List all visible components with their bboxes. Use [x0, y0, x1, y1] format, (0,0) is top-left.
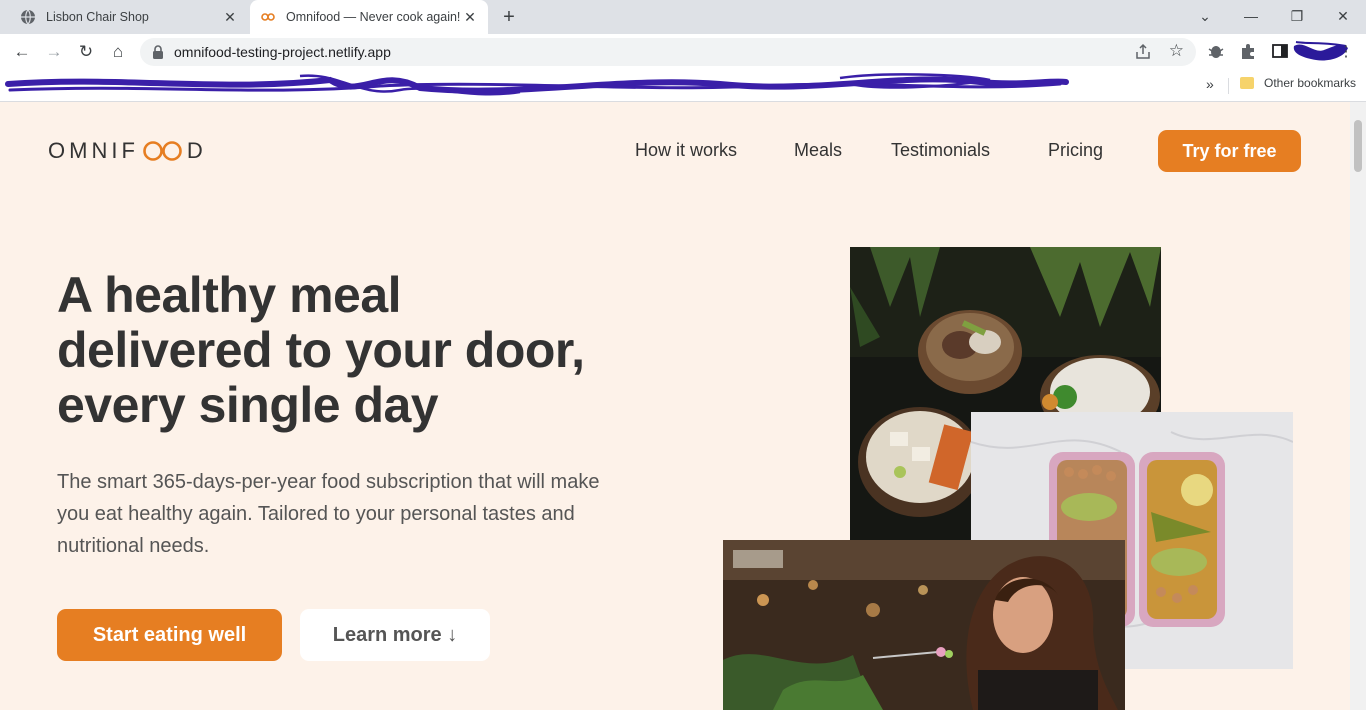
- chrome-menu-icon[interactable]: ⋮: [1336, 42, 1356, 62]
- hero-title: A healthy meal delivered to your door, e…: [57, 268, 677, 433]
- omnifood-favicon-icon: [260, 9, 276, 25]
- close-window-icon[interactable]: ✕: [1330, 5, 1356, 27]
- omnifood-page: OMNIF D How it works Meals Testimonials …: [0, 102, 1350, 710]
- globe-icon: [20, 9, 36, 25]
- hero-title-line: delivered to your door,: [57, 322, 585, 378]
- tab-lisbon-chair-shop[interactable]: Lisbon Chair Shop ✕: [20, 0, 248, 34]
- redaction-scribble: [5, 73, 1069, 96]
- close-tab-icon[interactable]: ✕: [462, 9, 478, 25]
- home-icon[interactable]: ⌂: [106, 40, 130, 64]
- nav-how-it-works[interactable]: How it works: [635, 140, 737, 161]
- back-icon[interactable]: ←: [10, 40, 34, 64]
- learn-more-button[interactable]: Learn more ↓: [300, 609, 490, 661]
- extensions-puzzle-icon[interactable]: [1238, 42, 1258, 62]
- bookmarks-divider: [1228, 78, 1229, 94]
- share-icon[interactable]: [1134, 43, 1152, 61]
- forward-icon[interactable]: →: [42, 40, 66, 64]
- logo-text-left: OMNIF: [48, 138, 139, 163]
- page-scrollbar[interactable]: [1350, 102, 1366, 710]
- hero-description: The smart 365-days-per-year food subscri…: [57, 471, 600, 557]
- tab-title: Omnifood — Never cook again!: [286, 10, 461, 24]
- other-bookmarks-folder[interactable]: Other bookmarks: [1240, 76, 1356, 90]
- bookmarks-bar: » Other bookmarks: [0, 70, 1366, 102]
- nav-meals[interactable]: Meals: [794, 140, 842, 161]
- browser-toolbar: ← → ↻ ⌂ omnifood-testing-project.netlify…: [0, 34, 1366, 70]
- bookmark-star-icon[interactable]: ☆: [1169, 41, 1184, 61]
- side-panel-icon[interactable]: [1270, 42, 1290, 62]
- tab-search-chevron-icon[interactable]: ⌄: [1192, 5, 1218, 27]
- minimize-icon[interactable]: —: [1238, 5, 1264, 27]
- nav-pricing[interactable]: Pricing: [1048, 140, 1103, 161]
- scrollbar-thumb[interactable]: [1354, 120, 1362, 172]
- more-bookmarks-chevron-icon[interactable]: »: [1206, 76, 1214, 92]
- restore-icon[interactable]: ❐: [1284, 5, 1310, 27]
- logo-text-right: D: [186, 138, 207, 163]
- folder-icon: [1240, 77, 1254, 89]
- hero-title-line: every single day: [57, 377, 439, 433]
- lock-icon: [152, 44, 164, 60]
- omnifood-logo[interactable]: OMNIF D: [48, 138, 207, 164]
- hero-image-woman-eating: [723, 540, 1125, 710]
- close-tab-icon[interactable]: ✕: [222, 9, 238, 25]
- tab-omnifood[interactable]: Omnifood — Never cook again! ✕: [250, 0, 488, 34]
- start-eating-well-button[interactable]: Start eating well: [57, 609, 282, 661]
- reload-icon[interactable]: ↻: [74, 40, 98, 64]
- other-bookmarks-label: Other bookmarks: [1264, 76, 1357, 90]
- new-tab-icon[interactable]: +: [498, 6, 520, 28]
- tab-title: Lisbon Chair Shop: [46, 10, 149, 24]
- infinity-logo-icon: [143, 141, 182, 161]
- try-for-free-button[interactable]: Try for free: [1158, 130, 1301, 172]
- extension-bug-icon[interactable]: [1206, 42, 1226, 62]
- hero-title-line: A healthy meal: [57, 267, 402, 323]
- nav-testimonials[interactable]: Testimonials: [891, 140, 990, 161]
- address-bar[interactable]: omnifood-testing-project.netlify.app ☆: [140, 38, 1196, 66]
- tab-strip: Lisbon Chair Shop ✕ Omnifood — Never coo…: [0, 0, 1366, 34]
- url-text: omnifood-testing-project.netlify.app: [174, 44, 391, 60]
